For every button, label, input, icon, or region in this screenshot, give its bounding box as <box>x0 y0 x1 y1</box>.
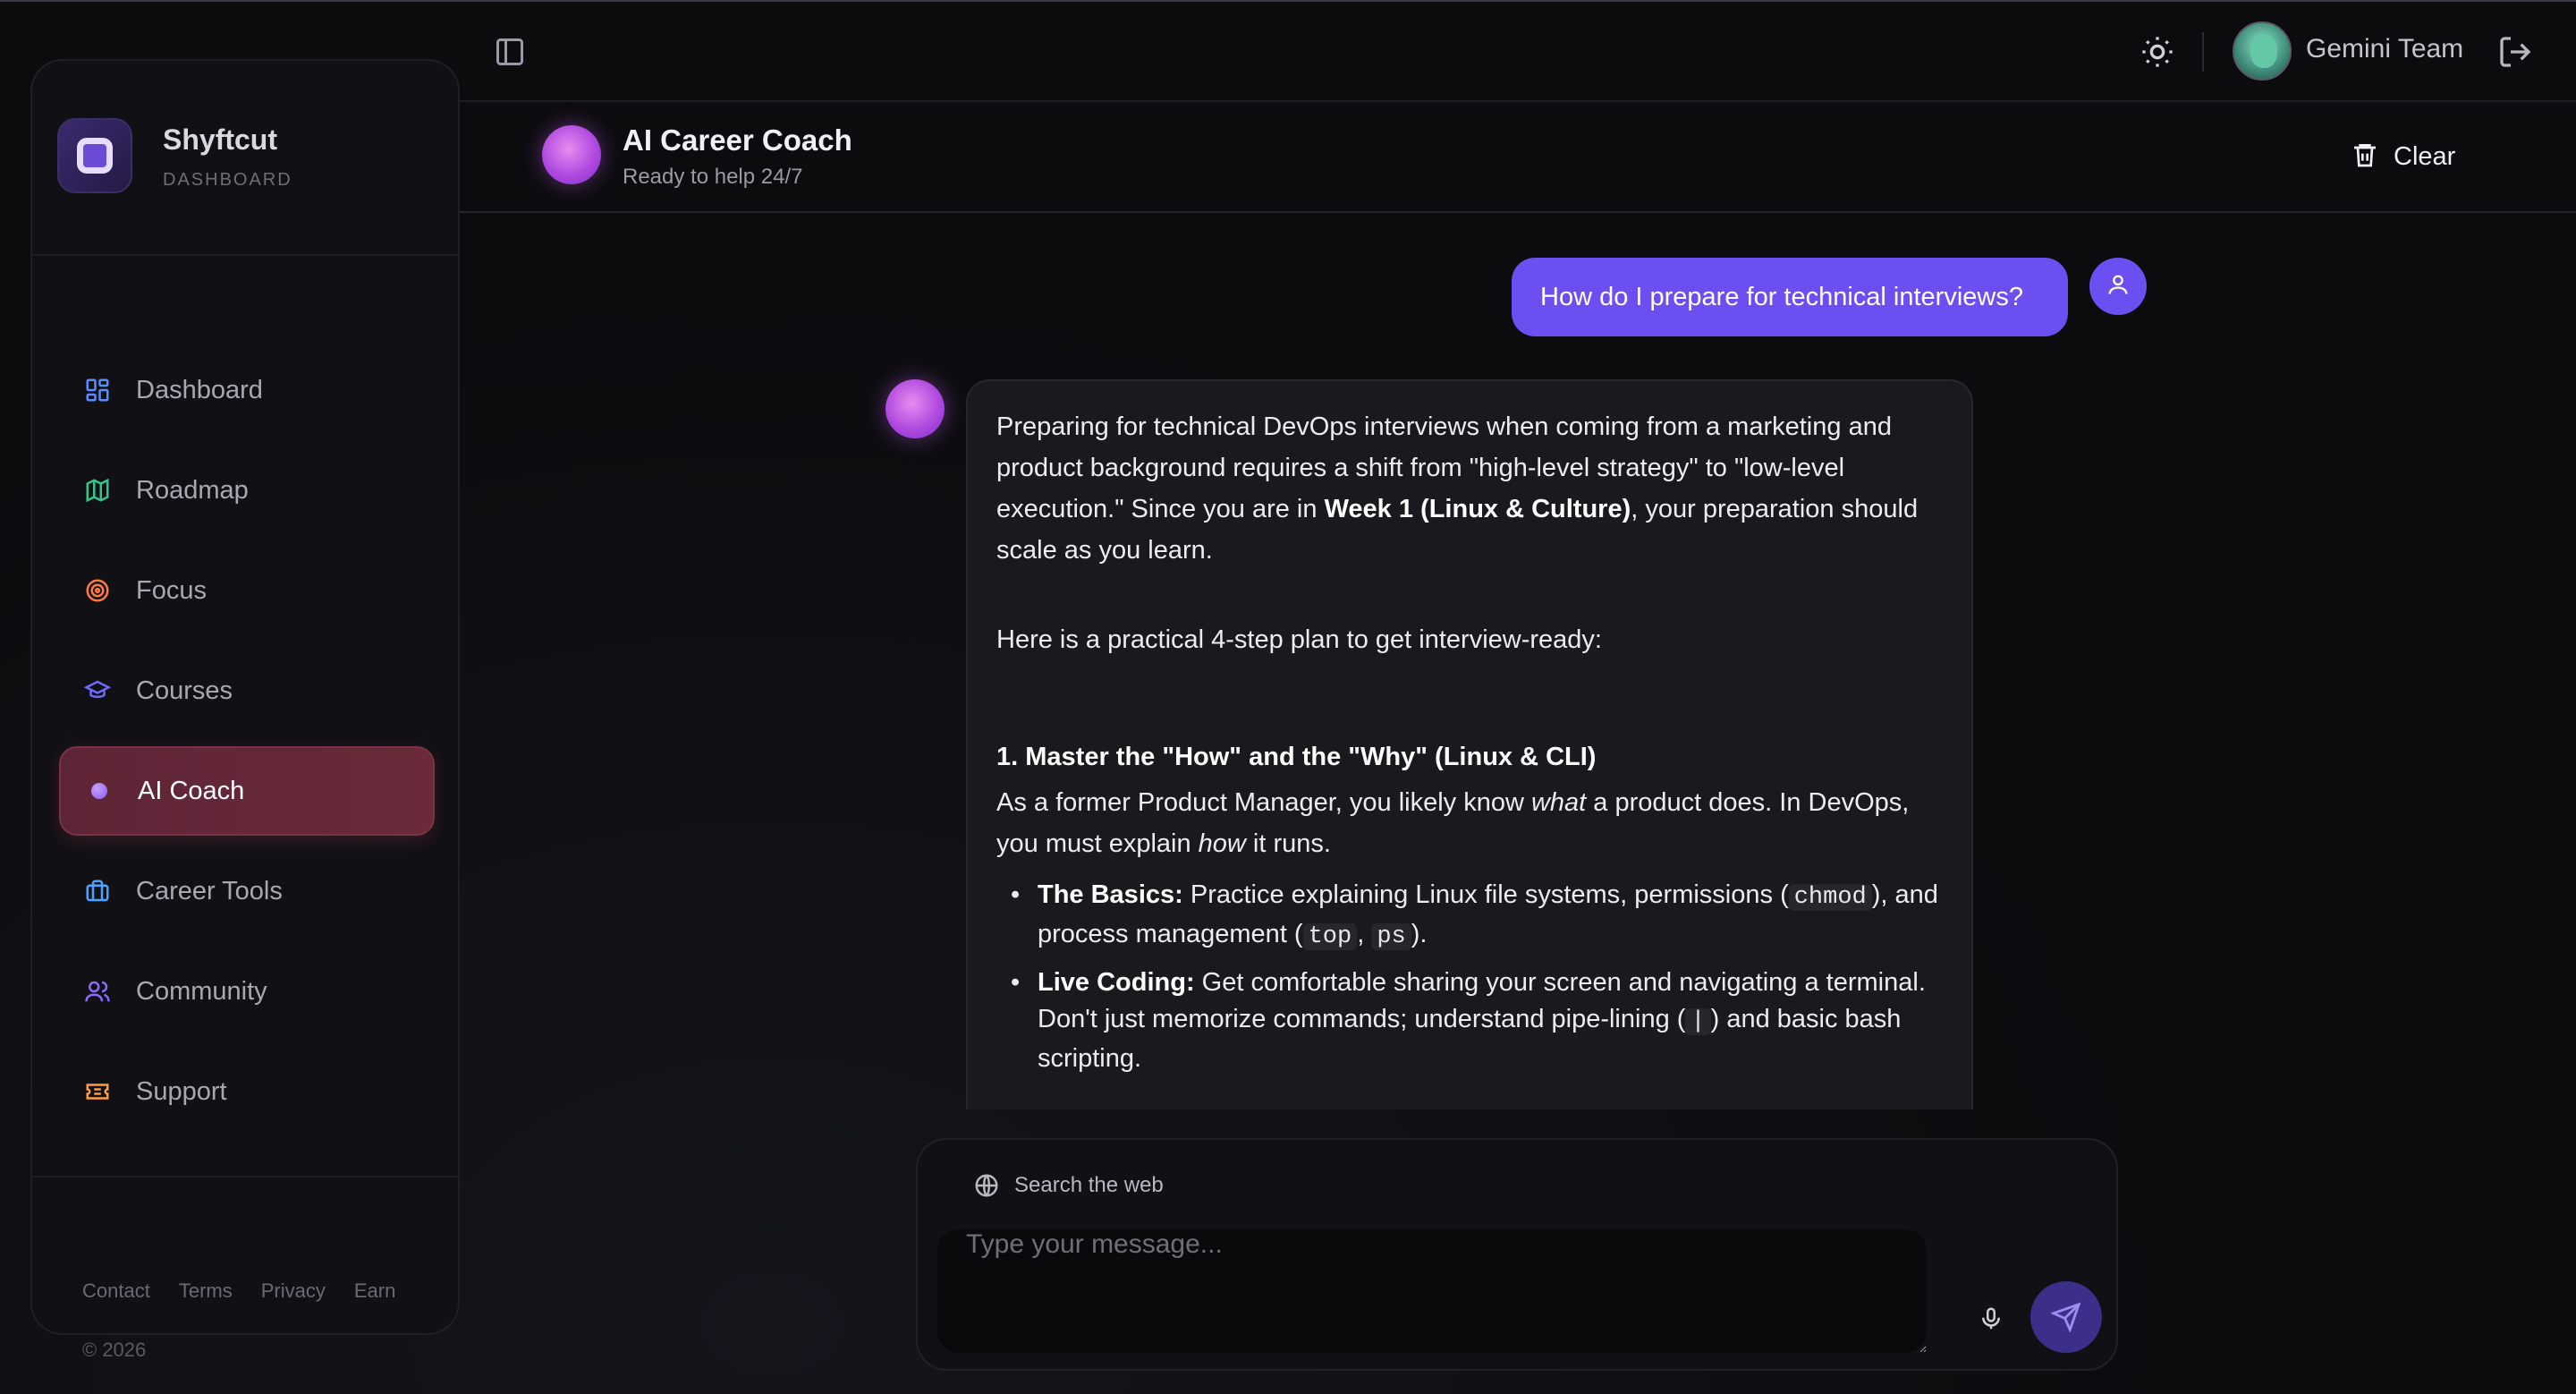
microphone-icon[interactable] <box>1973 1301 2009 1337</box>
brand-name: Shyftcut <box>163 123 277 156</box>
brand[interactable]: Shyftcut DASHBOARD <box>57 118 451 208</box>
send-button[interactable] <box>2030 1281 2102 1353</box>
sidebar-item-ai-coach[interactable]: AI Coach <box>59 746 435 836</box>
globe-icon <box>973 1172 1000 1199</box>
sidebar-item-label: Courses <box>136 676 233 705</box>
sidebar-item-label: Dashboard <box>136 375 263 404</box>
ai-plan-paragraph: Here is a practical 4-step plan to get i… <box>996 625 1602 654</box>
sidebar-item-focus[interactable]: Focus <box>59 546 435 635</box>
footer-link-contact[interactable]: Contact <box>82 1279 150 1303</box>
sidebar-item-label: Support <box>136 1076 227 1106</box>
chat-header-divider <box>460 211 2576 213</box>
ai-step-paragraph: As a former Product Manager, you likely … <box>996 788 1910 858</box>
sidebar-item-community[interactable]: Community <box>59 947 435 1036</box>
sidebar-item-career-tools[interactable]: Career Tools <box>59 846 435 936</box>
sidebar-divider <box>32 254 458 256</box>
sidebar-item-support[interactable]: Support <box>59 1047 435 1136</box>
logout-icon[interactable] <box>2497 34 2533 70</box>
target-icon <box>84 577 111 604</box>
sun-icon[interactable] <box>2140 34 2175 70</box>
sidebar-footer-divider <box>32 1176 458 1177</box>
avatar[interactable] <box>2233 21 2292 81</box>
ai-avatar-icon <box>886 379 945 438</box>
briefcase-icon <box>84 878 111 905</box>
ai-bullet-list: The Basics: Practice explaining Linux fi… <box>996 877 1943 1077</box>
users-icon <box>84 978 111 1005</box>
ai-message-bubble: Preparing for technical DevOps interview… <box>966 379 1973 1109</box>
copyright: © 2026 <box>82 1339 147 1361</box>
map-icon <box>84 477 111 504</box>
panel-toggle-icon[interactable] <box>494 36 526 68</box>
user-avatar <box>2089 258 2147 315</box>
graduation-cap-icon <box>84 677 111 704</box>
list-item: Live Coding: Get comfortable sharing you… <box>1011 965 1943 1077</box>
sidebar-item-label: Focus <box>136 575 207 605</box>
clear-label: Clear <box>2394 141 2456 171</box>
ai-orb-icon <box>542 125 601 184</box>
ticket-icon <box>84 1078 111 1105</box>
ai-intro-paragraph: Preparing for technical DevOps interview… <box>996 412 1919 565</box>
user-message-text: How do I prepare for technical interview… <box>1540 282 2023 311</box>
user-icon <box>2106 272 2131 302</box>
sidebar-item-label: Career Tools <box>136 876 283 905</box>
sidebar-item-dashboard[interactable]: Dashboard <box>59 345 435 435</box>
topbar-divider <box>460 100 2576 102</box>
search-web-label: Search the web <box>1014 1173 1164 1197</box>
sidebar-item-label: Roadmap <box>136 475 249 505</box>
grid-icon <box>84 377 111 404</box>
user-message-bubble: How do I prepare for technical interview… <box>1512 258 2068 336</box>
brand-subtitle: DASHBOARD <box>163 170 292 190</box>
brand-logo-icon <box>57 118 132 193</box>
topbar-separator <box>2202 32 2204 72</box>
list-item: The Basics: Practice explaining Linux fi… <box>1011 877 1943 956</box>
user-name[interactable]: Gemini Team <box>2306 34 2463 64</box>
search-web-toggle[interactable]: Search the web <box>973 1172 1164 1199</box>
message-composer: Search the web <box>916 1138 2118 1371</box>
page-title: AI Career Coach <box>623 123 852 157</box>
sidebar-nav: Dashboard Roadmap Focus Courses AI Coach… <box>59 345 435 1147</box>
app-root: Shyftcut DASHBOARD Dashboard Roadmap Foc… <box>0 0 2576 1394</box>
sidebar-item-courses[interactable]: Courses <box>59 646 435 735</box>
footer-link-earn[interactable]: Earn <box>354 1279 395 1303</box>
ai-step-heading: 1. Master the "How" and the "Why" (Linux… <box>996 743 1597 771</box>
trash-icon <box>2351 140 2379 174</box>
message-input[interactable] <box>937 1229 1927 1353</box>
footer-link-terms[interactable]: Terms <box>179 1279 233 1303</box>
page-subtitle: Ready to help 24/7 <box>623 165 803 189</box>
sidebar-item-label: AI Coach <box>138 776 245 805</box>
footer-link-privacy[interactable]: Privacy <box>261 1279 326 1303</box>
sidebar: Shyftcut DASHBOARD Dashboard Roadmap Foc… <box>30 59 460 1361</box>
sidebar-item-label: Community <box>136 976 267 1006</box>
clear-button[interactable]: Clear <box>2351 134 2455 179</box>
window-top-border <box>0 0 2576 2</box>
footer-links: Contact Terms Privacy Earn <box>82 1279 395 1303</box>
send-icon <box>2051 1302 2081 1332</box>
ai-dot-icon <box>86 778 113 804</box>
sidebar-item-roadmap[interactable]: Roadmap <box>59 446 435 535</box>
